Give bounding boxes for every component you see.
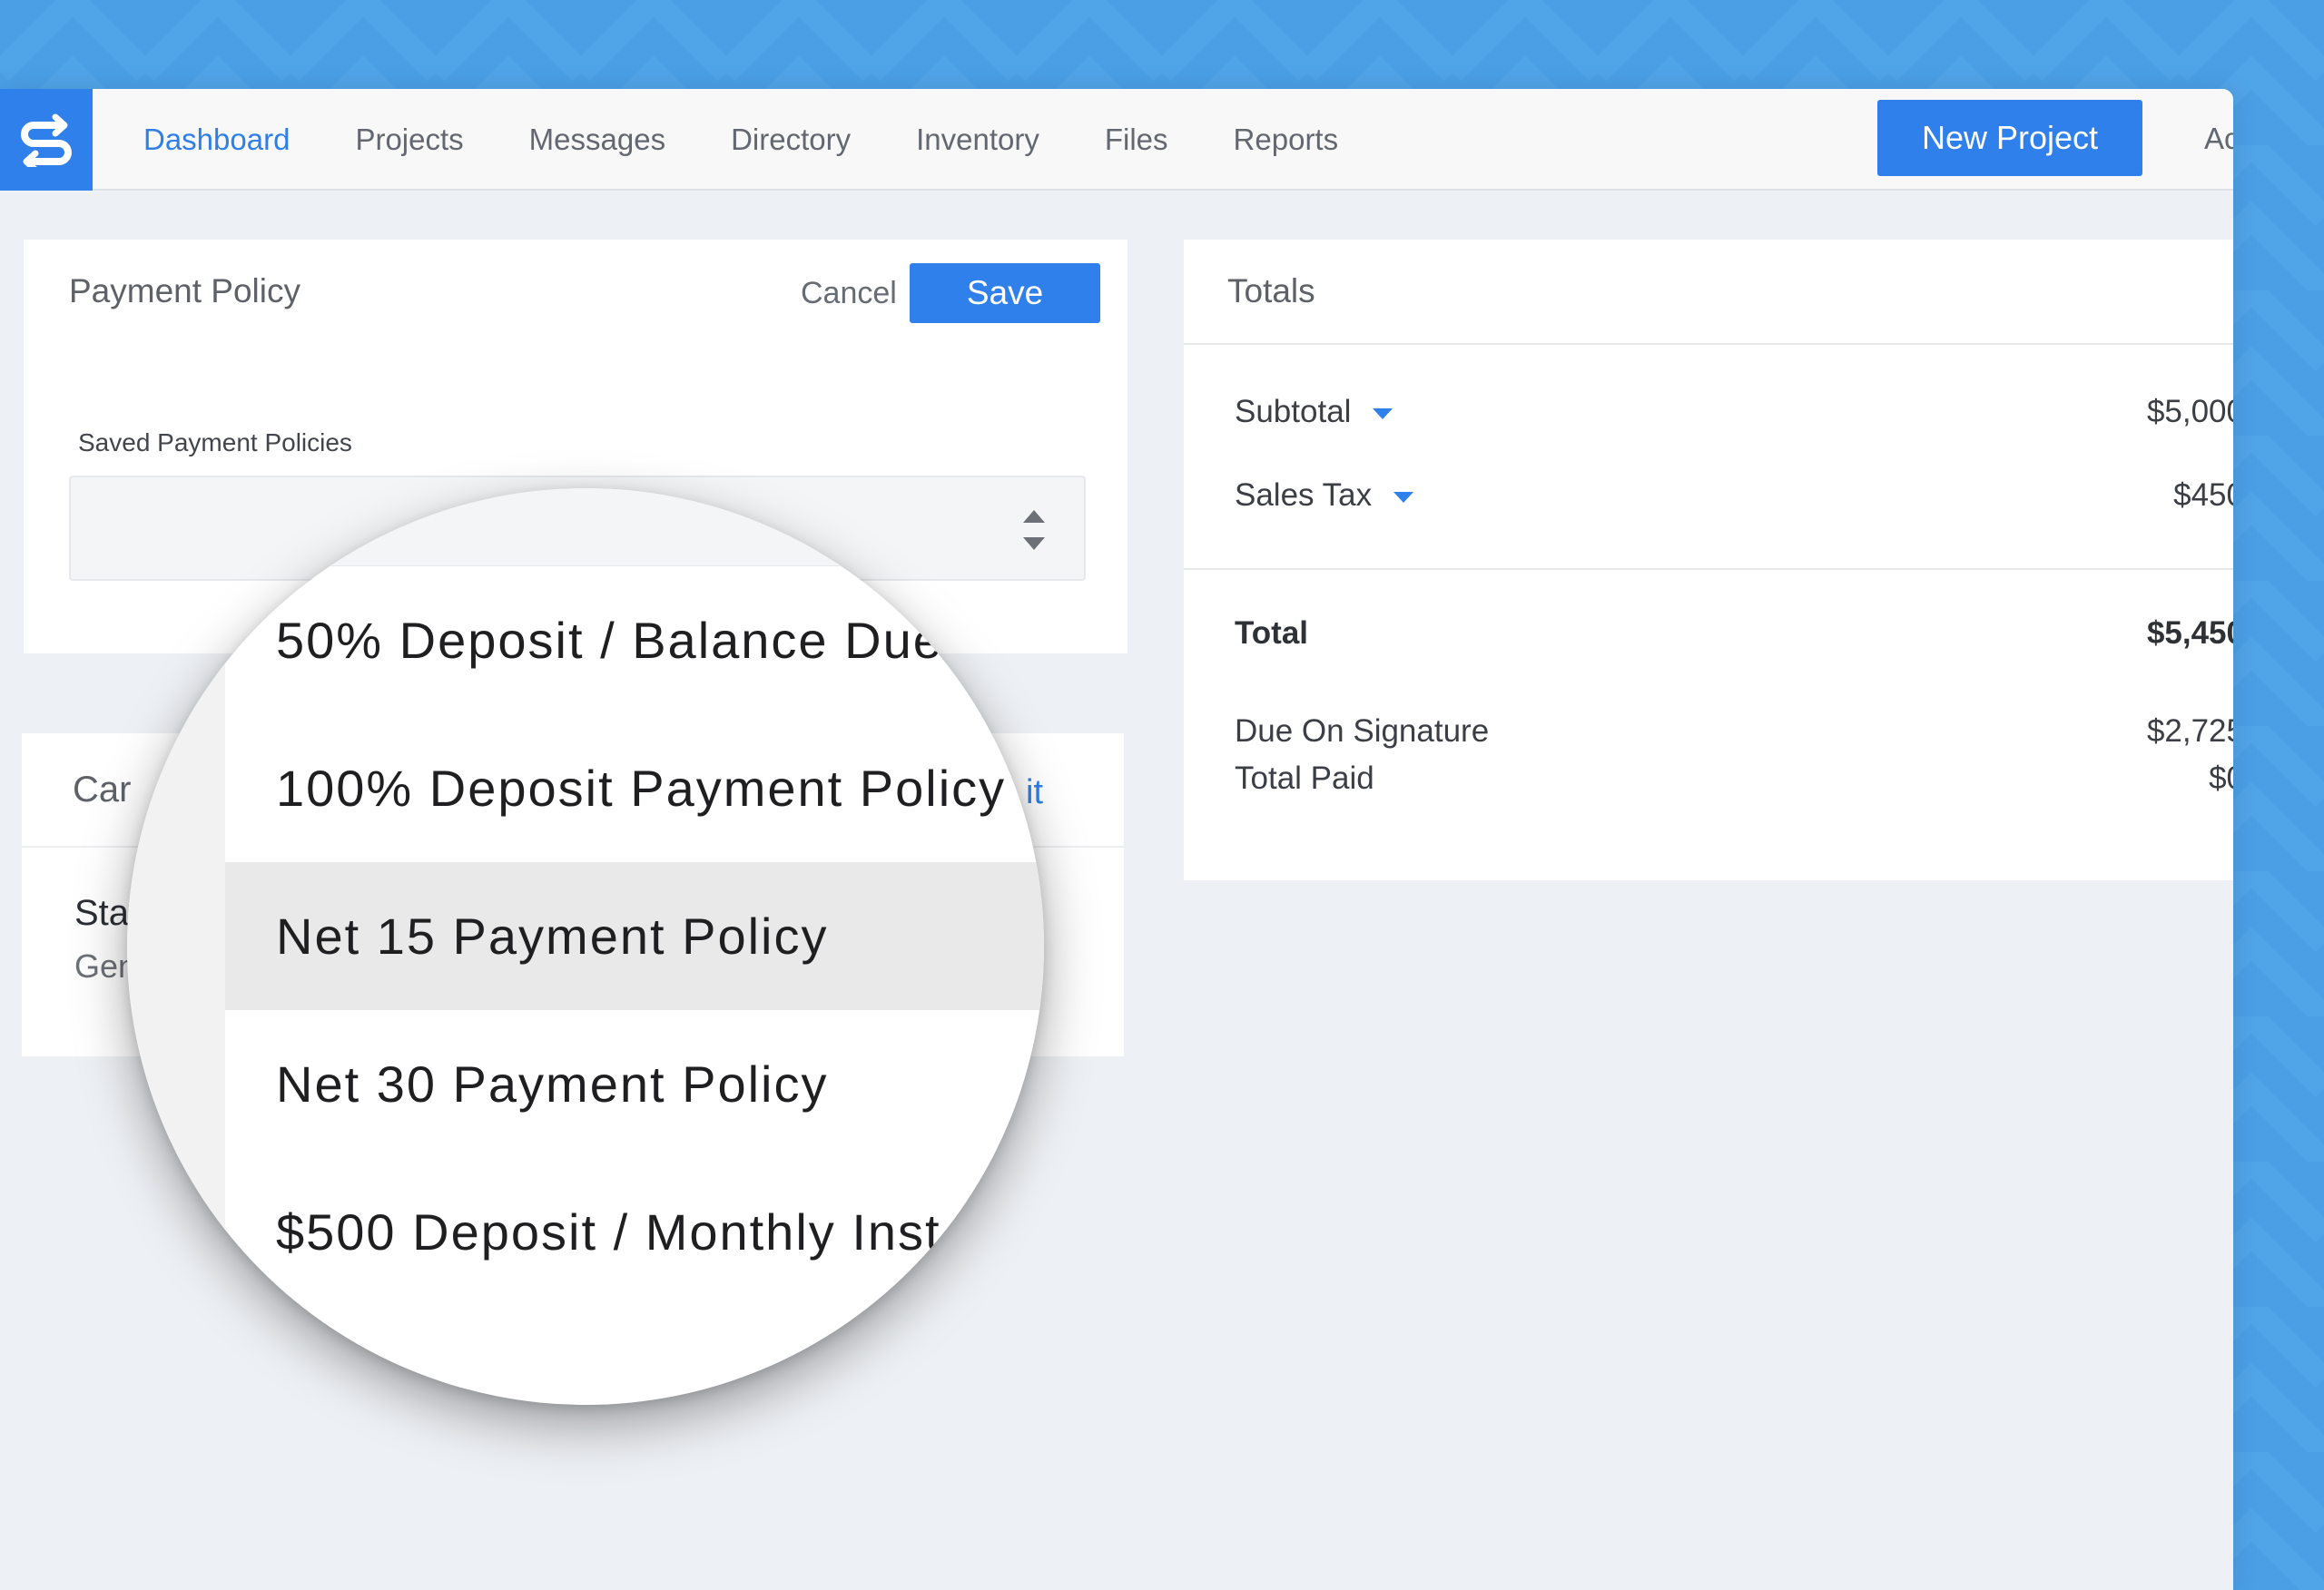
cancel-button[interactable]: Cancel	[801, 276, 897, 311]
second-card-title: Car	[73, 770, 132, 810]
due-on-signature-value: $2,725	[2146, 713, 2233, 749]
nav-item-dashboard[interactable]: Dashboard	[143, 123, 290, 157]
nav-item-projects[interactable]: Projects	[355, 123, 463, 157]
nav-item-inventory[interactable]: Inventory	[916, 123, 1039, 157]
nav-item-messages[interactable]: Messages	[529, 123, 665, 157]
total-paid-label: Total Paid	[1235, 761, 1374, 796]
subtotal-label-text: Subtotal	[1235, 394, 1352, 429]
dropdown-option[interactable]: Net 30 Payment Policy	[225, 1010, 1044, 1158]
totals-divider	[1184, 568, 2233, 570]
app-logo[interactable]	[0, 89, 93, 191]
app-window: Dashboard Projects Messages Directory In…	[0, 89, 2233, 1590]
totals-title: Totals	[1227, 272, 1315, 309]
due-on-signature-label: Due On Signature	[1235, 713, 1490, 749]
caret-down-icon	[1373, 407, 1393, 419]
totals-card: Totals Subtotal $5,000 Sales Tax $450 To…	[1184, 240, 2233, 880]
nav-item-cut-off[interactable]: Ac	[2204, 122, 2233, 156]
total-value: $5,450	[2146, 615, 2233, 651]
sales-tax-label[interactable]: Sales Tax	[1235, 477, 1414, 514]
caret-down-icon	[1393, 491, 1414, 503]
nav-item-directory[interactable]: Directory	[731, 123, 851, 157]
payment-policy-title: Payment Policy	[69, 272, 300, 309]
magnifier-lens: 50% Deposit / Balance Due Da 100% Deposi…	[127, 488, 1044, 1405]
sales-tax-value: $450	[2173, 477, 2233, 513]
totals-header-divider	[1184, 343, 2233, 345]
saved-policies-label: Saved Payment Policies	[78, 428, 352, 456]
s-arrows-logo-icon	[21, 113, 72, 167]
lens-select-strip	[225, 488, 1044, 566]
policy-dropdown-list: 50% Deposit / Balance Due Da 100% Deposi…	[225, 566, 1044, 1306]
subtotal-label[interactable]: Subtotal	[1235, 394, 1393, 430]
dropdown-option[interactable]: 100% Deposit Payment Policy	[225, 714, 1044, 862]
lens-left-gutter	[127, 488, 225, 1405]
new-project-button[interactable]: New Project	[1877, 100, 2142, 176]
total-label: Total	[1235, 615, 1309, 651]
nav-item-reports[interactable]: Reports	[1234, 123, 1339, 157]
top-navigation-bar: Dashboard Projects Messages Directory In…	[0, 89, 2233, 191]
sales-tax-label-text: Sales Tax	[1235, 477, 1373, 513]
dropdown-option[interactable]: $500 Deposit / Monthly Inst	[225, 1158, 1044, 1306]
nav-item-files[interactable]: Files	[1105, 123, 1168, 157]
main-nav: Dashboard Projects Messages Directory In…	[143, 89, 1403, 191]
second-card-line-1: Sta	[74, 893, 130, 933]
dropdown-option[interactable]: 50% Deposit / Balance Due Da	[225, 566, 1044, 714]
save-button[interactable]: Save	[910, 263, 1100, 323]
subtotal-value: $5,000	[2146, 394, 2233, 429]
total-paid-value: $0	[2209, 761, 2233, 796]
dropdown-option-highlighted[interactable]: Net 15 Payment Policy	[225, 862, 1044, 1010]
